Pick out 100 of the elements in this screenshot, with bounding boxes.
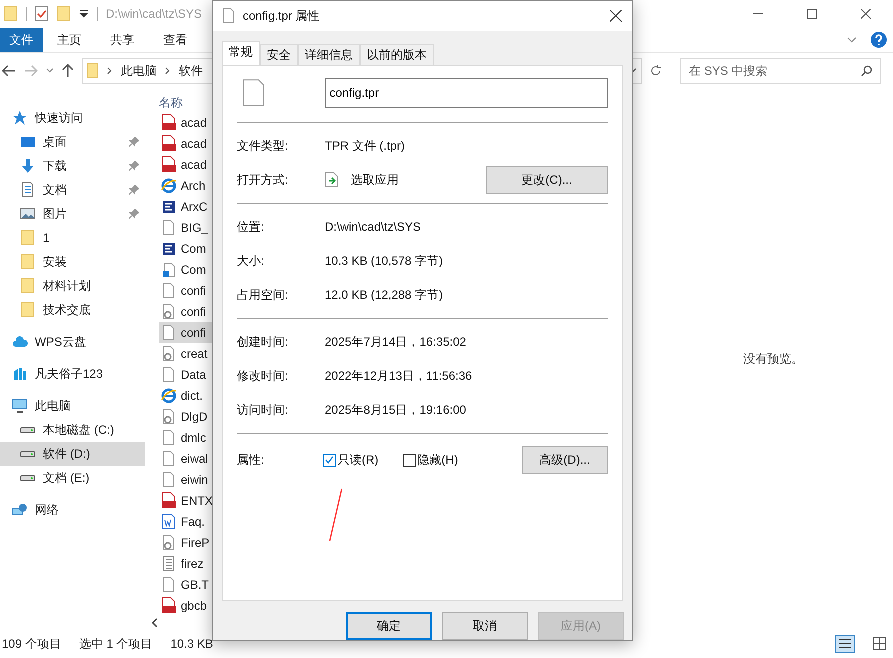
breadcrumb[interactable]: 此电脑 <box>121 62 157 80</box>
nav-item[interactable]: 网络 <box>0 498 145 522</box>
tab[interactable]: 详细信息 <box>298 44 360 65</box>
nav-item[interactable]: 图片 <box>0 202 145 226</box>
nav-item[interactable]: 软件 (D:) <box>0 442 145 466</box>
close-icon[interactable] <box>610 10 622 22</box>
dialog-button[interactable]: 取消 <box>442 612 528 640</box>
nav-label: 安装 <box>43 254 68 271</box>
file-row[interactable]: Com <box>159 259 213 280</box>
ribbon-tab[interactable]: 共享 <box>96 28 149 52</box>
tab[interactable]: 安全 <box>260 44 298 65</box>
refresh-icon[interactable] <box>650 64 662 76</box>
file-row[interactable]: creat <box>159 343 213 364</box>
help-icon[interactable] <box>871 32 887 48</box>
properties-icon[interactable] <box>35 6 49 22</box>
file-row[interactable]: BIG_ <box>159 217 213 238</box>
maximize-icon[interactable] <box>807 9 817 19</box>
globe-e-icon <box>161 178 177 194</box>
drive-icon <box>20 450 36 458</box>
dialog-button[interactable]: 确定 <box>346 612 432 640</box>
file-icon <box>243 79 265 107</box>
nav-item[interactable]: 下载 <box>0 154 145 178</box>
file-row[interactable]: dmlc <box>159 427 213 448</box>
thumbnail-view-icon[interactable] <box>873 637 887 651</box>
file-row[interactable]: eiwal <box>159 448 213 469</box>
nav-label: 图片 <box>43 206 68 223</box>
checkbox[interactable]: 只读(R) <box>323 451 379 469</box>
file-row[interactable]: eiwin <box>159 469 213 490</box>
advanced-button[interactable]: 高级(D)... <box>522 446 608 474</box>
nav-item[interactable]: 本地磁盘 (C:) <box>0 418 145 442</box>
file-row[interactable]: gbcb <box>159 595 213 616</box>
dropdown-icon[interactable] <box>79 10 89 18</box>
file-icon <box>161 324 177 340</box>
file-row[interactable]: FireP <box>159 532 213 553</box>
nav-item[interactable]: 文档 <box>0 178 145 202</box>
file-row[interactable]: firez <box>159 553 213 574</box>
column-header[interactable]: 名称 <box>159 88 213 112</box>
file-row[interactable]: confi <box>159 280 213 301</box>
file-name: firez <box>181 556 204 572</box>
file-name: confi <box>181 324 206 342</box>
checkbox[interactable]: 隐藏(H) <box>402 451 458 469</box>
tab[interactable]: 以前的版本 <box>360 44 434 65</box>
field-value: 2022年12月13日，11:56:36 <box>325 368 472 385</box>
nav-label: 软件 (D:) <box>43 446 92 463</box>
nav-label: 文档 (E:) <box>43 470 91 487</box>
folder-icon <box>4 6 18 22</box>
nav-item[interactable]: 文档 (E:) <box>0 466 145 490</box>
field-value: TPR 文件 (.tpr) <box>325 138 405 155</box>
file-icon <box>161 450 177 466</box>
details-view-icon[interactable] <box>835 635 855 653</box>
chevron-right-icon <box>107 66 113 74</box>
change-button[interactable]: 更改(C)... <box>486 166 608 194</box>
file-row[interactable]: acad <box>159 154 213 175</box>
nav-item[interactable]: 此电脑 <box>0 394 145 418</box>
file-row[interactable]: ArxC <box>159 196 213 217</box>
nav-label: 本地磁盘 (C:) <box>43 422 116 439</box>
close-icon[interactable] <box>861 9 871 19</box>
file-name: Com <box>181 262 206 278</box>
drive-icon <box>20 426 36 434</box>
ribbon-tab[interactable]: 主页 <box>43 28 96 52</box>
nav-item[interactable]: 快速访问 <box>0 106 145 130</box>
field-label: 文件类型: <box>237 138 290 155</box>
file-row[interactable]: Com <box>159 238 213 259</box>
file-row[interactable]: confi <box>159 301 213 322</box>
file-row[interactable]: DlgD <box>159 406 213 427</box>
filename-field[interactable]: config.tpr <box>324 78 608 108</box>
up-icon[interactable] <box>62 64 74 78</box>
tab[interactable]: 常规 <box>222 41 260 65</box>
scroll-left-icon[interactable] <box>151 618 159 628</box>
file-row[interactable]: Data <box>159 364 213 385</box>
nav-item[interactable]: 1 <box>0 226 145 250</box>
file-row[interactable]: acad <box>159 112 213 133</box>
search-field[interactable]: 在 SYS 中搜索 <box>680 58 881 84</box>
nav-item[interactable]: 安装 <box>0 250 145 274</box>
settings-file-icon <box>161 534 177 550</box>
nav-item[interactable]: 桌面 <box>0 130 145 154</box>
network-icon <box>12 502 28 518</box>
status-text: 109 个项目 <box>2 636 62 653</box>
file-row[interactable]: dict. <box>159 385 213 406</box>
folder-icon <box>87 62 99 78</box>
file-name: eiwin <box>181 472 208 488</box>
file-name: dict. <box>181 388 204 404</box>
status-text: 10.3 KB <box>170 636 214 653</box>
file-row[interactable]: Faq. <box>159 511 213 532</box>
nav-item[interactable]: 材料计划 <box>0 274 145 298</box>
download-icon <box>20 158 36 174</box>
breadcrumb[interactable]: 软件 <box>179 62 203 80</box>
file-row[interactable]: acad <box>159 133 213 154</box>
ribbon-tab[interactable]: 查看 <box>149 28 202 52</box>
ribbon-tab[interactable]: 文件 <box>0 28 43 52</box>
file-name: dmlc <box>181 430 206 446</box>
file-row[interactable]: GB.T <box>159 574 213 595</box>
file-row[interactable]: Arch <box>159 175 213 196</box>
nav-item[interactable]: 凡夫俗子123 <box>0 362 145 386</box>
file-row[interactable]: confi <box>159 322 213 343</box>
nav-item[interactable]: WPS云盘 <box>0 330 145 354</box>
file-row[interactable]: ENTX <box>159 490 213 511</box>
setup-file-icon <box>161 262 177 278</box>
nav-item[interactable]: 技术交底 <box>0 298 145 322</box>
back-icon[interactable] <box>2 64 16 76</box>
